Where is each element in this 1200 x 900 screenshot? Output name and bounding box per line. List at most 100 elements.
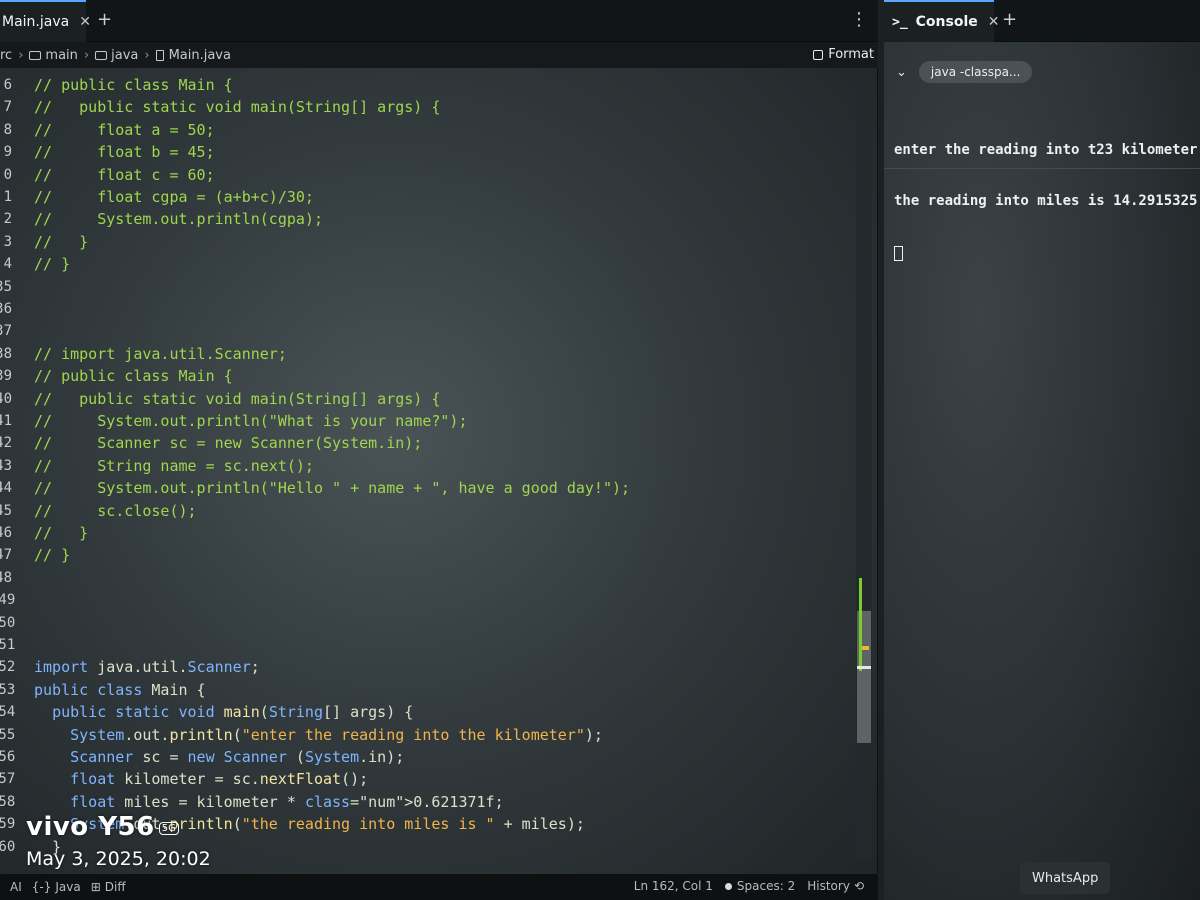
code-line[interactable]: 149 <box>0 589 856 611</box>
line-number: 46 <box>0 525 12 541</box>
tab-main-java[interactable]: Main.java ✕ <box>0 0 91 42</box>
code-line[interactable]: 9 // float b = 45; <box>0 141 856 163</box>
line-number: 4 <box>3 256 12 273</box>
line-code: // } <box>34 255 71 274</box>
breadcrumb-item-java[interactable]: java <box>95 48 138 63</box>
camera-watermark: vivo Y56 5G May 3, 2025, 20:02 <box>26 812 211 870</box>
input-cursor <box>894 244 1200 266</box>
line-number: 44 <box>0 480 12 497</box>
cursor-marker <box>857 666 871 669</box>
code-line[interactable]: 48 <box>0 567 856 589</box>
console-line: the reading into miles is 14.2915325 <box>894 193 1198 209</box>
code-line[interactable]: 46 // } <box>0 522 856 544</box>
code-line[interactable]: 153 public class Main { <box>0 679 856 701</box>
code-line[interactable]: 40 // public static void main(String[] ar… <box>0 388 856 410</box>
editor-pane: Main.java ✕ + ⋮ rc › main › java › Main.… <box>0 0 878 900</box>
line-number: 38 <box>0 345 12 362</box>
console-line: enter the reading into t23 kilometer <box>894 142 1198 158</box>
cursor-position[interactable]: Ln 162, Col 1 <box>634 879 713 893</box>
code-line[interactable]: 36 <box>0 298 856 320</box>
code-line[interactable]: 7 // public static void main(String[] arg… <box>0 96 856 118</box>
code-line[interactable]: 4 // } <box>0 253 856 275</box>
console-toolbar: ⌄ java -classpa... <box>884 42 1200 102</box>
code-line[interactable]: 43 // String name = sc.next(); <box>0 455 856 477</box>
breadcrumb-item-main[interactable]: main <box>29 48 78 63</box>
language-label: Java <box>55 880 81 894</box>
code-line[interactable]: 158 float miles = kilometer * class="num… <box>0 791 856 813</box>
editor-scrollbar[interactable] <box>856 68 872 860</box>
line-code: // float c = 60; <box>34 165 215 184</box>
new-tab-icon[interactable]: + <box>97 9 112 30</box>
line-code: // public static void main(String[] args… <box>34 389 441 408</box>
code-editor[interactable]: 6 // public class Main {7 // public static… <box>0 68 856 860</box>
code-line[interactable]: 157 float kilometer = sc.nextFloat(); <box>0 768 856 790</box>
diff-button[interactable]: ⊞ Diff <box>91 880 126 894</box>
line-code: // float a = 50; <box>34 120 215 139</box>
line-code: // String name = sc.next(); <box>34 456 314 475</box>
code-line[interactable]: 151 <box>0 634 856 656</box>
close-icon[interactable]: ✕ <box>988 14 1000 30</box>
code-line[interactable]: 39 // public class Main { <box>0 365 856 387</box>
code-line[interactable]: 154 public static void main(String[] arg… <box>0 701 856 723</box>
code-line[interactable]: 47 // } <box>0 544 856 566</box>
diff-label: Diff <box>104 880 126 894</box>
line-number: 152 <box>0 659 16 676</box>
line-number: 37 <box>0 323 12 340</box>
line-number: 47 <box>0 547 12 564</box>
code-line[interactable]: 44 // System.out.println("Hello " + name … <box>0 477 856 499</box>
line-number: 3 <box>3 233 12 250</box>
line-code: // System.out.println("What is your name… <box>34 412 468 430</box>
run-command-pill[interactable]: java -classpa... <box>918 61 1033 83</box>
line-code: // } <box>34 546 71 565</box>
line-code: // public class Main { <box>34 367 233 386</box>
line-code: // System.out.println(cgpa); <box>34 210 323 229</box>
new-tab-icon[interactable]: + <box>1002 9 1017 30</box>
line-number: 7 <box>3 99 12 116</box>
chevron-down-icon[interactable]: ⌄ <box>896 65 907 80</box>
line-number: 151 <box>0 637 16 653</box>
code-line[interactable]: 6 // public class Main { <box>0 74 856 96</box>
code-line[interactable]: 156 Scanner sc = new Scanner (System.in)… <box>0 746 856 768</box>
line-number: 160 <box>0 838 16 855</box>
more-options-icon[interactable]: ⋮ <box>850 9 868 30</box>
watermark-datetime: May 3, 2025, 20:02 <box>26 848 211 870</box>
console-output[interactable]: enter the reading into t23 kilometer the… <box>894 108 1200 300</box>
code-line[interactable]: 2 // System.out.println(cgpa); <box>0 208 856 230</box>
indentation-button[interactable]: Spaces: 2 <box>724 879 796 893</box>
code-line[interactable]: 42 // Scanner sc = new Scanner(System.in)… <box>0 432 856 454</box>
code-line[interactable]: 1 // float cgpa = (a+b+c)/30; <box>0 186 856 208</box>
language-button[interactable]: {-} Java <box>32 880 81 894</box>
code-line[interactable]: 150 <box>0 612 856 634</box>
code-line[interactable]: 152 import java.util.Scanner; <box>0 656 856 678</box>
code-line[interactable]: 45 // sc.close(); <box>0 500 856 522</box>
folder-icon <box>29 50 42 60</box>
code-line[interactable]: 8 // float a = 50; <box>0 119 856 141</box>
diff-icon: ⊞ <box>90 880 101 894</box>
tab-console[interactable]: >_ Console ✕ <box>884 0 1000 42</box>
code-line[interactable]: 41 // System.out.println("What is your na… <box>0 410 856 432</box>
code-line[interactable]: 155 System.out.println("enter the readin… <box>0 724 856 746</box>
breadcrumb-item-file[interactable]: Main.java <box>155 48 231 63</box>
code-line[interactable]: 0 // float c = 60; <box>0 164 856 186</box>
line-code: public static void main(String[] args) { <box>52 703 414 722</box>
line-code: // sc.close(); <box>34 501 197 520</box>
ai-label: AI <box>10 880 22 894</box>
format-button[interactable]: Format <box>813 47 874 62</box>
line-number: 155 <box>0 726 16 743</box>
line-code: import java.util.Scanner; <box>34 658 260 677</box>
ai-button[interactable]: AI <box>10 880 22 894</box>
watermark-badge: 5G <box>158 822 179 835</box>
code-line[interactable]: 38 // import java.util.Scanner; <box>0 343 856 365</box>
line-number: 161 <box>0 858 12 860</box>
breadcrumb-item-src[interactable]: rc <box>0 48 12 63</box>
code-line[interactable]: 3 // } <box>0 231 856 253</box>
history-button[interactable]: History ⟲ <box>807 879 864 893</box>
line-number: 0 <box>3 166 12 183</box>
code-line[interactable]: 35 <box>0 276 856 298</box>
close-icon[interactable]: ✕ <box>79 14 91 30</box>
line-number: 42 <box>0 435 12 452</box>
spaces-label: Spaces: 2 <box>736 879 796 893</box>
tab-label: Main.java <box>2 14 70 30</box>
history-icon: ⟲ <box>853 879 864 893</box>
code-line[interactable]: 37 <box>0 320 856 342</box>
